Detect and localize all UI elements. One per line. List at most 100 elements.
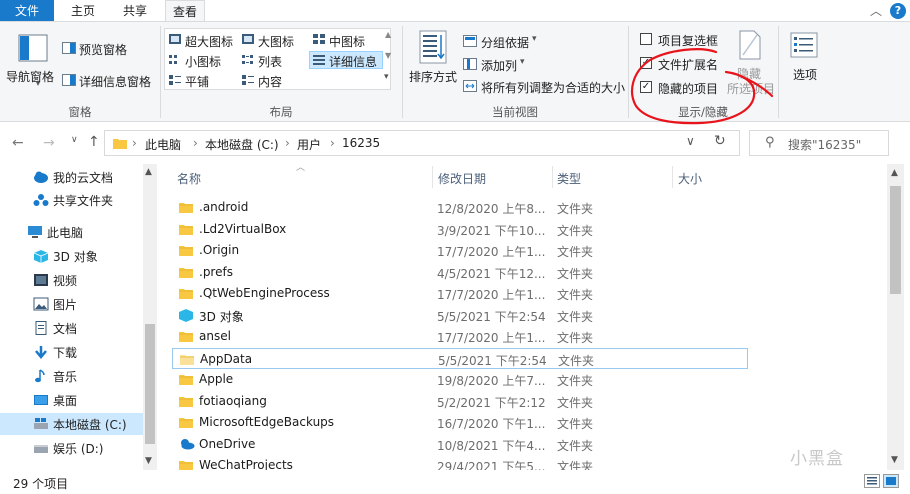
fit-columns-button[interactable]: 将所有列调整为合适的大小 bbox=[481, 79, 627, 96]
collapse-ribbon-icon[interactable]: ︿ bbox=[870, 2, 882, 19]
sort-by-button[interactable]: 排序方式 bbox=[409, 68, 457, 85]
column-divider[interactable] bbox=[552, 166, 553, 188]
nav-item-documents[interactable]: 文档 bbox=[0, 317, 143, 339]
up-arrow-icon[interactable]: ↑ bbox=[88, 134, 100, 150]
column-header-date[interactable]: 修改日期 bbox=[438, 170, 486, 196]
column-header-name[interactable]: 名称 bbox=[177, 170, 201, 196]
search-box[interactable]: ⚲ 搜索"16235" bbox=[749, 130, 889, 156]
layout-details[interactable]: 详细信息 bbox=[329, 53, 377, 70]
gallery-scroll-up-icon[interactable]: ▲ bbox=[385, 30, 391, 39]
file-date: 16/7/2020 下午1... bbox=[437, 417, 546, 431]
details-view-icon bbox=[867, 477, 877, 485]
table-row[interactable]: MicrosoftEdgeBackups 16/7/2020 下午1... 文件夹 bbox=[172, 412, 748, 433]
gallery-scroll-down-icon[interactable]: ▼ bbox=[385, 51, 391, 60]
layout-small[interactable]: 小图标 bbox=[185, 53, 221, 70]
preview-pane-button[interactable]: 预览窗格 bbox=[79, 41, 127, 58]
column-header-type[interactable]: 类型 bbox=[557, 170, 581, 196]
layout-extra-large[interactable]: 超大图标 bbox=[185, 33, 233, 50]
file-list-scroll-thumb[interactable] bbox=[890, 186, 901, 294]
tab-file[interactable]: 文件 bbox=[0, 0, 54, 21]
layout-list[interactable]: 列表 bbox=[258, 53, 282, 70]
file-list-scrollbar[interactable]: ▲ ▼ bbox=[887, 164, 904, 470]
hidden-items-label: 隐藏的项目 bbox=[658, 82, 719, 96]
nav-item-drive-d[interactable]: 娱乐 (D:) bbox=[0, 437, 143, 459]
layout-large[interactable]: 大图标 bbox=[258, 33, 294, 50]
nav-item-drive-c[interactable]: 本地磁盘 (C:) bbox=[0, 413, 143, 435]
video-icon bbox=[34, 274, 48, 286]
refresh-icon[interactable]: ↻ bbox=[714, 133, 726, 149]
tab-home[interactable]: 主页 bbox=[66, 0, 100, 21]
table-row[interactable]: Apple 19/8/2020 上午7... 文件夹 bbox=[172, 369, 748, 390]
tab-share[interactable]: 共享 bbox=[118, 0, 152, 21]
options-icon[interactable] bbox=[790, 32, 818, 58]
group-by-dropdown-icon[interactable]: ▾ bbox=[532, 34, 537, 44]
table-row[interactable]: OneDrive 10/8/2021 下午4... 文件夹 bbox=[172, 434, 748, 455]
breadcrumb-drive-c[interactable]: 本地磁盘 (C:) bbox=[205, 136, 279, 153]
table-row[interactable]: ansel 17/7/2020 上午1... 文件夹 bbox=[172, 326, 748, 347]
hide-selected-icon[interactable] bbox=[739, 30, 761, 60]
column-divider[interactable] bbox=[672, 166, 673, 188]
nav-item-this-pc[interactable]: 此电脑 bbox=[0, 221, 143, 243]
tab-view[interactable]: 查看 bbox=[165, 0, 205, 22]
table-row[interactable]: .QtWebEngineProcess 17/7/2020 上午1... 文件夹 bbox=[172, 283, 748, 304]
back-arrow-icon[interactable]: ← bbox=[12, 135, 24, 151]
table-row[interactable]: .android 12/8/2020 上午8... 文件夹 bbox=[172, 197, 748, 218]
column-divider[interactable] bbox=[432, 166, 433, 188]
add-columns-button[interactable]: 添加列 bbox=[481, 57, 517, 74]
layout-tiles[interactable]: 平铺 bbox=[185, 73, 209, 90]
help-icon[interactable]: ? bbox=[890, 2, 906, 19]
nav-pane-scrollbar[interactable]: ▲ ▼ bbox=[143, 164, 157, 470]
nav-item-downloads[interactable]: 下载 bbox=[0, 341, 143, 363]
nav-item-videos[interactable]: 视频 bbox=[0, 269, 143, 291]
sort-by-icon[interactable] bbox=[419, 30, 447, 64]
hidden-items-checkbox[interactable]: ✓ bbox=[640, 81, 652, 93]
nav-pane-scroll-thumb[interactable] bbox=[145, 324, 155, 444]
nav-item-pictures[interactable]: 图片 bbox=[0, 293, 143, 315]
scroll-down-icon[interactable]: ▼ bbox=[145, 456, 152, 466]
file-extensions-checkbox[interactable]: ✓ bbox=[640, 57, 652, 69]
breadcrumb-separator-icon[interactable]: › bbox=[285, 136, 290, 150]
add-columns-dropdown-icon[interactable]: ▾ bbox=[520, 57, 525, 67]
table-row[interactable]: .prefs 4/5/2021 下午12... 文件夹 bbox=[172, 262, 748, 283]
group-by-button[interactable]: 分组依据 bbox=[481, 34, 529, 51]
column-header-size[interactable]: 大小 bbox=[678, 170, 702, 196]
table-row[interactable]: AppData 5/5/2021 下午2:54 文件夹 bbox=[172, 347, 748, 369]
nav-item-3d-objects[interactable]: 3D 对象 bbox=[0, 245, 143, 267]
table-row[interactable]: 3D 对象 5/5/2021 下午2:54 文件夹 bbox=[172, 305, 748, 326]
nav-item-desktop[interactable]: 桌面 bbox=[0, 389, 143, 411]
large-icons-view-button[interactable] bbox=[883, 474, 899, 488]
forward-arrow-icon[interactable]: → bbox=[43, 135, 55, 151]
breadcrumb-separator-icon[interactable]: › bbox=[330, 136, 335, 150]
group-by-icon bbox=[463, 35, 477, 47]
item-checkboxes-checkbox[interactable] bbox=[640, 33, 652, 45]
layout-content[interactable]: 内容 bbox=[258, 73, 282, 90]
breadcrumb-users[interactable]: 用户 bbox=[297, 136, 321, 153]
scroll-up-icon[interactable]: ▲ bbox=[891, 168, 898, 178]
details-view-button[interactable] bbox=[864, 474, 880, 488]
nav-pane-icon[interactable] bbox=[18, 34, 48, 62]
breadcrumb-separator-icon[interactable]: › bbox=[193, 136, 198, 150]
breadcrumb-separator-icon[interactable]: › bbox=[132, 136, 137, 150]
address-bar[interactable]: › 此电脑 › 本地磁盘 (C:) › 用户 › 16235 bbox=[104, 130, 740, 156]
breadcrumb-this-pc[interactable]: 此电脑 bbox=[145, 136, 181, 153]
options-button[interactable]: 选项 bbox=[793, 66, 817, 83]
scroll-down-icon[interactable]: ▼ bbox=[891, 455, 898, 465]
details-pane-button[interactable]: 详细信息窗格 bbox=[79, 73, 151, 90]
recent-locations-icon[interactable]: ∨ bbox=[71, 135, 78, 145]
scroll-up-icon[interactable]: ▲ bbox=[145, 167, 152, 177]
nav-item-cloud-docs[interactable]: 我的云文档 bbox=[0, 166, 143, 188]
nav-item-music[interactable]: 音乐 bbox=[0, 365, 143, 387]
item-checkboxes-label: 项目复选框 bbox=[658, 34, 719, 48]
file-type: 文件夹 bbox=[557, 202, 594, 216]
nav-pane-button[interactable]: 导航窗格 bbox=[6, 68, 54, 85]
table-row[interactable]: .Ld2VirtualBox 3/9/2021 下午10... 文件夹 bbox=[172, 219, 748, 240]
nav-item-shared-folder[interactable]: 共享文件夹 bbox=[0, 189, 143, 211]
gallery-more-icon[interactable]: ▾ bbox=[384, 72, 389, 82]
table-row[interactable]: fotiaoqiang 5/2/2021 下午2:12 文件夹 bbox=[172, 391, 748, 412]
address-history-dropdown-icon[interactable]: ∨ bbox=[686, 134, 695, 148]
download-icon bbox=[35, 346, 47, 359]
layout-medium[interactable]: 中图标 bbox=[329, 33, 365, 50]
table-row[interactable]: .Origin 17/7/2020 上午1... 文件夹 bbox=[172, 240, 748, 261]
nav-pane-dropdown-icon[interactable]: ▾ bbox=[36, 79, 40, 88]
breadcrumb-current-folder[interactable]: 16235 bbox=[342, 136, 380, 150]
